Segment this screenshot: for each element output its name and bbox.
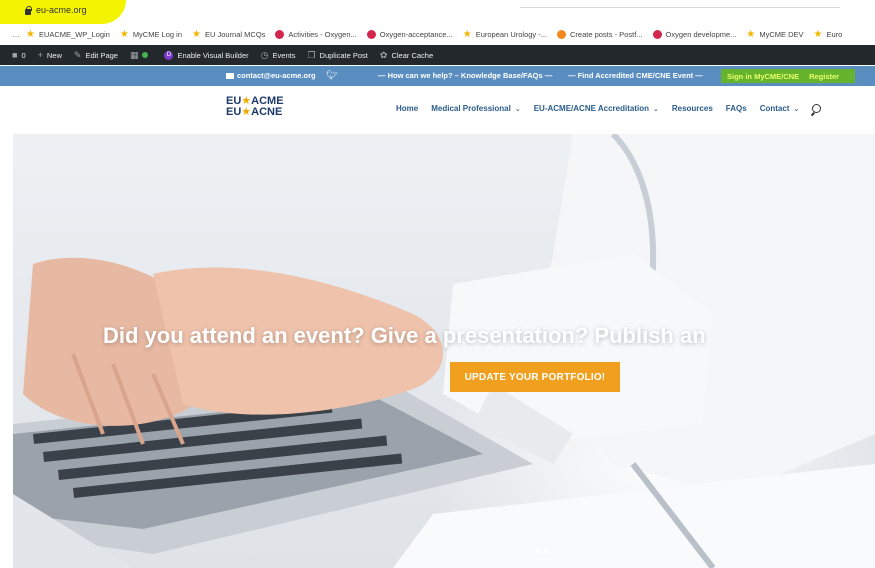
site-top-bar: contact@eu-acme.org 🐦︎ — How can we help…: [0, 66, 875, 86]
slider-dot-icon[interactable]: [545, 549, 549, 553]
find-event-link[interactable]: — Find Accredited CME/CNE Event —: [568, 71, 703, 80]
address-bar[interactable]: eu-acme.org: [0, 0, 875, 24]
duplicate-icon: ❐: [307, 49, 316, 60]
update-portfolio-button[interactable]: UPDATE YOUR PORTFOLIO!: [450, 362, 620, 392]
site-header: EU★ACME EU★ACNE Home Medical Professiona…: [0, 86, 875, 134]
admin-events-label: Events: [272, 50, 296, 60]
bookmark-label: Oxygen developme...: [665, 29, 737, 39]
nav-contact[interactable]: Contact ⌄: [760, 104, 800, 113]
nav-faqs[interactable]: FAQs: [726, 104, 747, 113]
bookmarks-overflow-icon[interactable]: …: [12, 30, 20, 39]
seo-icon: ▦: [129, 49, 139, 60]
admin-edit-label: Edit Page: [85, 50, 118, 60]
status-dot-icon: [142, 52, 149, 58]
wp-admin-bar: ■ 0 + New ✎ Edit Page ▦ D Enable Visual Buil…: [0, 45, 875, 65]
chevron-down-icon: ⌄: [652, 105, 659, 113]
plus-icon: +: [37, 50, 43, 60]
hero-banner: Did you attend an event? Give a presenta…: [13, 134, 875, 568]
admin-seo[interactable]: ▦: [130, 50, 153, 61]
star-icon: ★: [813, 28, 823, 40]
admin-events[interactable]: ◷ Events: [261, 50, 296, 61]
register-link[interactable]: Register: [799, 72, 839, 81]
star-icon: ★: [462, 28, 472, 40]
bookmark-oxygen-development[interactable]: Oxygen developme...: [652, 29, 737, 39]
bookmark-label: Euro: [826, 29, 843, 39]
contact-email-link[interactable]: contact@eu-acme.org: [226, 71, 316, 80]
nav-accreditation[interactable]: EU-ACME/ACNE Accreditation ⌄: [534, 104, 659, 113]
bookmark-mycme-login[interactable]: ★ MyCME Log in: [119, 28, 182, 40]
nav-label: Medical Professional: [431, 104, 511, 113]
signin-link[interactable]: Sign in MyCME/CNE: [721, 72, 799, 81]
slider-dot-icon[interactable]: [537, 549, 541, 553]
envelope-icon: [226, 72, 234, 79]
bookmark-activities-oxygen[interactable]: Activities - Oxygen...: [275, 29, 357, 39]
site-logo[interactable]: EU★ACME EU★ACNE: [226, 96, 284, 118]
star-icon: ★: [26, 28, 35, 40]
bookmark-eu-journal[interactable]: ★ EU Journal MCQs: [192, 28, 266, 40]
bookmark-label: European Urology -...: [475, 29, 547, 39]
star-icon: ★: [241, 106, 252, 118]
admin-new-label: New: [46, 50, 62, 60]
comment-icon: ■: [12, 50, 18, 60]
oxygen-icon: [275, 29, 285, 39]
comments-count: 0: [21, 50, 26, 60]
main-nav: Home Medical Professional ⌄ EU-ACME/ACNE …: [396, 104, 822, 113]
bookmark-label: MyCME DEV: [759, 29, 804, 39]
bookmark-european-urology[interactable]: ★ European Urology -...: [462, 28, 547, 40]
bookmark-label: Oxygen-acceptance...: [379, 29, 453, 39]
hero-image: [13, 134, 875, 568]
oxygen-icon: [652, 29, 662, 39]
slider-dots: [537, 549, 553, 553]
admin-clear-cache-label: Clear Cache: [391, 50, 434, 60]
nav-home[interactable]: Home: [396, 104, 418, 113]
address-bar-edge: [520, 0, 840, 8]
help-link[interactable]: — How can we help? – Knowledge Base/FAQs…: [378, 71, 552, 80]
admin-comments[interactable]: ■ 0: [12, 50, 26, 60]
bookmark-euro[interactable]: ★ Euro: [813, 28, 843, 40]
bookmark-create-posts[interactable]: Create posts - Postf...: [557, 29, 643, 39]
bookmark-label: Create posts - Postf...: [570, 29, 643, 39]
search-icon[interactable]: [812, 104, 822, 113]
admin-clear-cache[interactable]: ✿ Clear Cache: [380, 50, 433, 61]
oxygen-icon: [366, 29, 376, 39]
logo-eu: EU: [226, 106, 242, 118]
admin-duplicate[interactable]: ❐ Duplicate Post: [307, 50, 367, 61]
star-icon: ★: [746, 28, 756, 40]
bookmark-label: MyCME Log in: [132, 29, 182, 39]
signin-register-box: Sign in MyCME/CNE Register: [721, 69, 855, 83]
bookmark-label: Activities - Oxygen...: [288, 29, 357, 39]
chevron-down-icon: ⌄: [793, 105, 800, 113]
bookmarks-bar: … ★ EUACME_WP_Login ★ MyCME Log in ★ EU Jou…: [0, 24, 875, 44]
nav-label: EU-ACME/ACNE Accreditation: [533, 104, 649, 113]
lock-icon: [25, 6, 32, 15]
logo-acne: ACNE: [251, 106, 283, 118]
bookmark-oxygen-acceptance[interactable]: Oxygen-acceptance...: [366, 29, 453, 39]
address-url[interactable]: eu-acme.org: [36, 5, 87, 15]
admin-edit-page[interactable]: ✎ Edit Page: [74, 50, 118, 61]
bookmark-label: EU Journal MCQs: [204, 29, 266, 39]
chevron-down-icon: ⌄: [514, 105, 521, 113]
pencil-icon: ✎: [73, 49, 82, 60]
nav-resources[interactable]: Resources: [672, 104, 713, 113]
cache-icon: ✿: [379, 49, 388, 60]
nav-label: Contact: [759, 104, 790, 113]
hero-title: Did you attend an event? Give a presenta…: [103, 323, 706, 348]
postfity-icon: [557, 29, 566, 39]
contact-email: contact@eu-acme.org: [237, 71, 316, 80]
admin-visual-builder-label: Enable Visual Builder: [177, 50, 249, 60]
calendar-icon: ◷: [260, 49, 269, 60]
star-icon: ★: [119, 28, 129, 40]
bookmark-euacme-login[interactable]: ★ EUACME_WP_Login: [26, 28, 110, 40]
bookmark-label: EUACME_WP_Login: [38, 29, 110, 39]
admin-visual-builder[interactable]: D Enable Visual Builder: [164, 50, 249, 60]
star-icon: ★: [192, 28, 201, 40]
admin-duplicate-label: Duplicate Post: [319, 50, 368, 60]
admin-new[interactable]: + New: [38, 50, 62, 60]
twitter-icon[interactable]: 🐦︎: [326, 70, 337, 81]
divi-icon: D: [164, 50, 174, 60]
nav-medical-professional[interactable]: Medical Professional ⌄: [431, 104, 520, 113]
bookmark-mycme-dev[interactable]: ★ MyCME DEV: [746, 28, 804, 40]
